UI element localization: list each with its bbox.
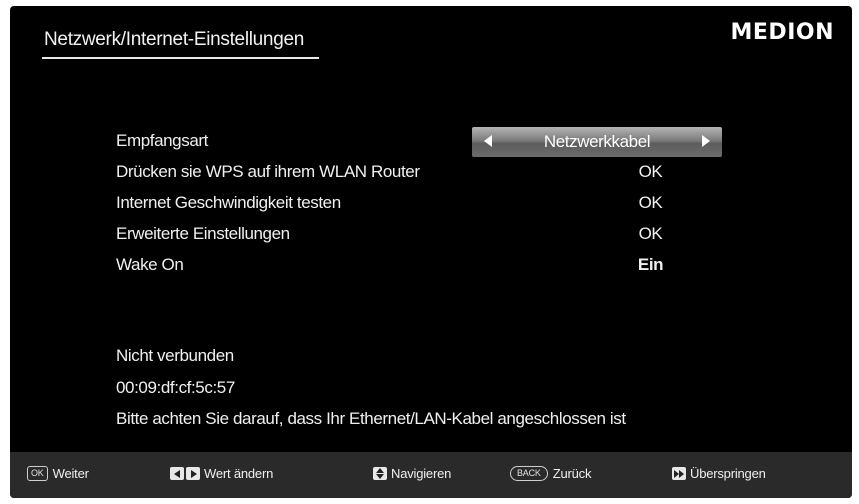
- setting-label: Internet Geschwindigkeit testen: [116, 193, 341, 212]
- footer-change-label: Wert ändern: [204, 466, 274, 481]
- page-title: Netzwerk/Internet-Einstellungen: [44, 29, 305, 50]
- setting-label: Drücken sie WPS auf ihrem WLAN Router: [116, 162, 420, 181]
- mac-address: 00:09:df:cf:5c:57: [116, 378, 235, 397]
- footer-navigate-label: Navigieren: [391, 466, 452, 481]
- footer-back-label: Zurück: [552, 466, 592, 481]
- footer-next-label: Weiter: [52, 466, 89, 481]
- back-key-icon: BACK: [510, 466, 548, 481]
- footer-bar: OK Weiter Wert ändern Navigieren BACK Zu…: [10, 452, 852, 498]
- connection-status: Nicht verbunden: [116, 346, 234, 365]
- footer-next[interactable]: OK Weiter: [27, 466, 89, 481]
- up-down-icon: [373, 467, 387, 480]
- setting-row-wake-on[interactable]: Wake On Ein: [116, 251, 736, 279]
- right-arrow-icon[interactable]: [702, 135, 710, 147]
- fast-forward-icon: [672, 467, 686, 480]
- setting-value: OK: [638, 193, 663, 212]
- setting-label: Erweiterte Einstellungen: [116, 224, 290, 243]
- footer-skip-label: Überspringen: [690, 466, 766, 481]
- setting-row-wps[interactable]: Drücken sie WPS auf ihrem WLAN Router OK: [116, 158, 736, 186]
- setting-row-empfangsart[interactable]: Empfangsart Netzwerkkabel: [116, 127, 736, 157]
- cable-hint: Bitte achten Sie darauf, dass Ihr Ethern…: [116, 409, 626, 428]
- footer-back[interactable]: BACK Zurück: [510, 466, 591, 481]
- setting-row-advanced[interactable]: Erweiterte Einstellungen OK: [116, 220, 736, 248]
- setting-value: OK: [638, 162, 663, 181]
- setting-label: Wake On: [116, 255, 184, 274]
- title-underline: [42, 57, 319, 59]
- footer-skip[interactable]: Überspringen: [672, 466, 766, 481]
- brand-logo: MEDION: [730, 20, 834, 45]
- setting-label: Empfangsart: [116, 131, 208, 150]
- ok-key-icon: OK: [27, 466, 48, 481]
- footer-navigate[interactable]: Navigieren: [373, 466, 451, 481]
- left-arrow-icon: [170, 467, 184, 480]
- empfangsart-selector[interactable]: Netzwerkkabel: [472, 127, 722, 157]
- footer-change-value[interactable]: Wert ändern: [170, 466, 273, 481]
- right-arrow-icon: [186, 467, 200, 480]
- setting-value: Ein: [637, 255, 664, 274]
- setting-value: OK: [638, 224, 663, 243]
- tv-screen: Netzwerk/Internet-Einstellungen MEDION E…: [10, 6, 852, 498]
- setting-row-speedtest[interactable]: Internet Geschwindigkeit testen OK: [116, 189, 736, 217]
- selector-value: Netzwerkkabel: [543, 132, 651, 151]
